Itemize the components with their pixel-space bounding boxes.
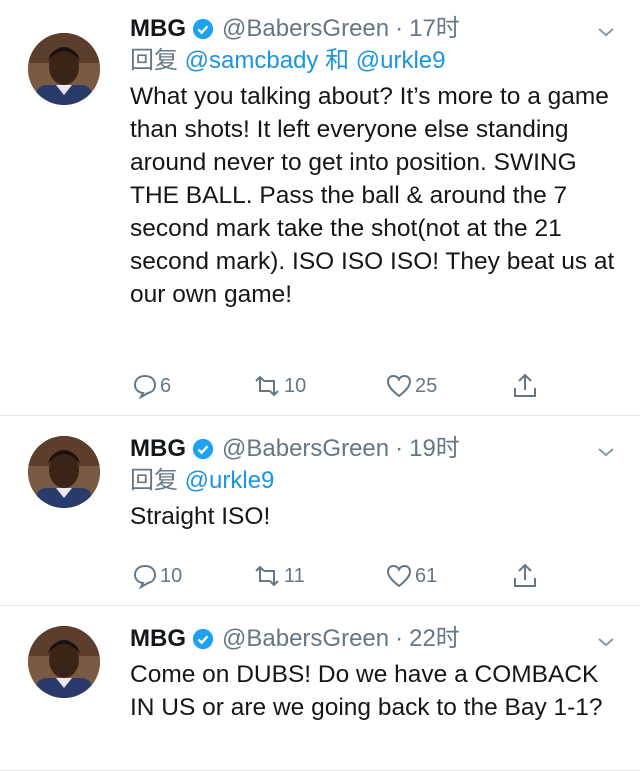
verified-badge-icon xyxy=(192,438,214,460)
tweet-text: Come on DUBS! Do we have a COMBACK IN US… xyxy=(130,661,603,721)
user-handle[interactable]: @BabersGreen xyxy=(222,434,389,464)
reply-prefix: 回复 xyxy=(130,467,178,494)
separator-dot: · xyxy=(395,15,404,42)
tweet-3[interactable]: MBG @BabersGreen · 22时 Come on DUBS! Do … xyxy=(0,606,640,771)
separator-dot: · xyxy=(395,625,404,652)
verified-badge-icon xyxy=(192,628,214,650)
share-icon xyxy=(514,373,536,397)
timestamp[interactable]: 17时 xyxy=(409,14,460,44)
reply-count: 10 xyxy=(160,564,183,587)
mention-link[interactable]: @samcbady xyxy=(185,47,319,74)
display-name[interactable]: MBG xyxy=(130,434,186,464)
timestamp[interactable]: 19时 xyxy=(409,434,460,464)
reply-count: 6 xyxy=(160,374,172,397)
share-button[interactable] xyxy=(511,372,539,400)
reply-and: 和 xyxy=(325,47,350,74)
reply-button[interactable]: 6 xyxy=(132,373,252,399)
tweet-text: Straight ISO! xyxy=(130,503,271,530)
display-name[interactable]: MBG xyxy=(130,624,186,654)
reply-prefix: 回复 xyxy=(130,47,178,74)
retweet-count: 11 xyxy=(284,564,305,587)
retweet-count: 10 xyxy=(284,374,307,397)
user-handle[interactable]: @BabersGreen xyxy=(222,624,389,654)
like-button[interactable]: 25 xyxy=(385,373,511,399)
reply-context: 回复 @urkle9 xyxy=(130,466,616,496)
timestamp[interactable]: 22时 xyxy=(409,624,460,654)
tweet-2[interactable]: MBG @BabersGreen · 19时 回复 @urkle9 Straig… xyxy=(0,416,640,606)
reply-button[interactable]: 10 xyxy=(132,563,252,589)
share-icon xyxy=(514,563,536,587)
heart-icon xyxy=(386,374,412,398)
like-button[interactable]: 61 xyxy=(385,563,511,589)
avatar[interactable] xyxy=(28,626,100,698)
like-count: 25 xyxy=(415,374,438,397)
display-name[interactable]: MBG xyxy=(130,14,186,44)
verified-badge-icon xyxy=(192,18,214,40)
reply-context: 回复 @samcbady 和 @urkle9 xyxy=(130,46,616,76)
retweet-icon xyxy=(255,375,279,397)
separator-dot: · xyxy=(395,435,404,462)
share-button[interactable] xyxy=(511,562,539,590)
avatar[interactable] xyxy=(28,33,100,105)
retweet-button[interactable]: 10 xyxy=(252,373,385,399)
reply-icon xyxy=(133,374,157,399)
tweet-1[interactable]: MBG @BabersGreen · 17时 回复 @samcbady 和 @u… xyxy=(0,0,640,416)
heart-icon xyxy=(386,564,412,588)
retweet-button[interactable]: 11 xyxy=(252,563,385,589)
tweet-text: What you talking about? It’s more to a g… xyxy=(130,83,615,308)
mention-link[interactable]: @urkle9 xyxy=(356,47,446,74)
avatar[interactable] xyxy=(28,436,100,508)
retweet-icon xyxy=(255,565,279,587)
reply-icon xyxy=(133,564,157,589)
like-count: 61 xyxy=(415,564,438,587)
user-handle[interactable]: @BabersGreen xyxy=(222,14,389,44)
mention-link[interactable]: @urkle9 xyxy=(185,467,275,494)
